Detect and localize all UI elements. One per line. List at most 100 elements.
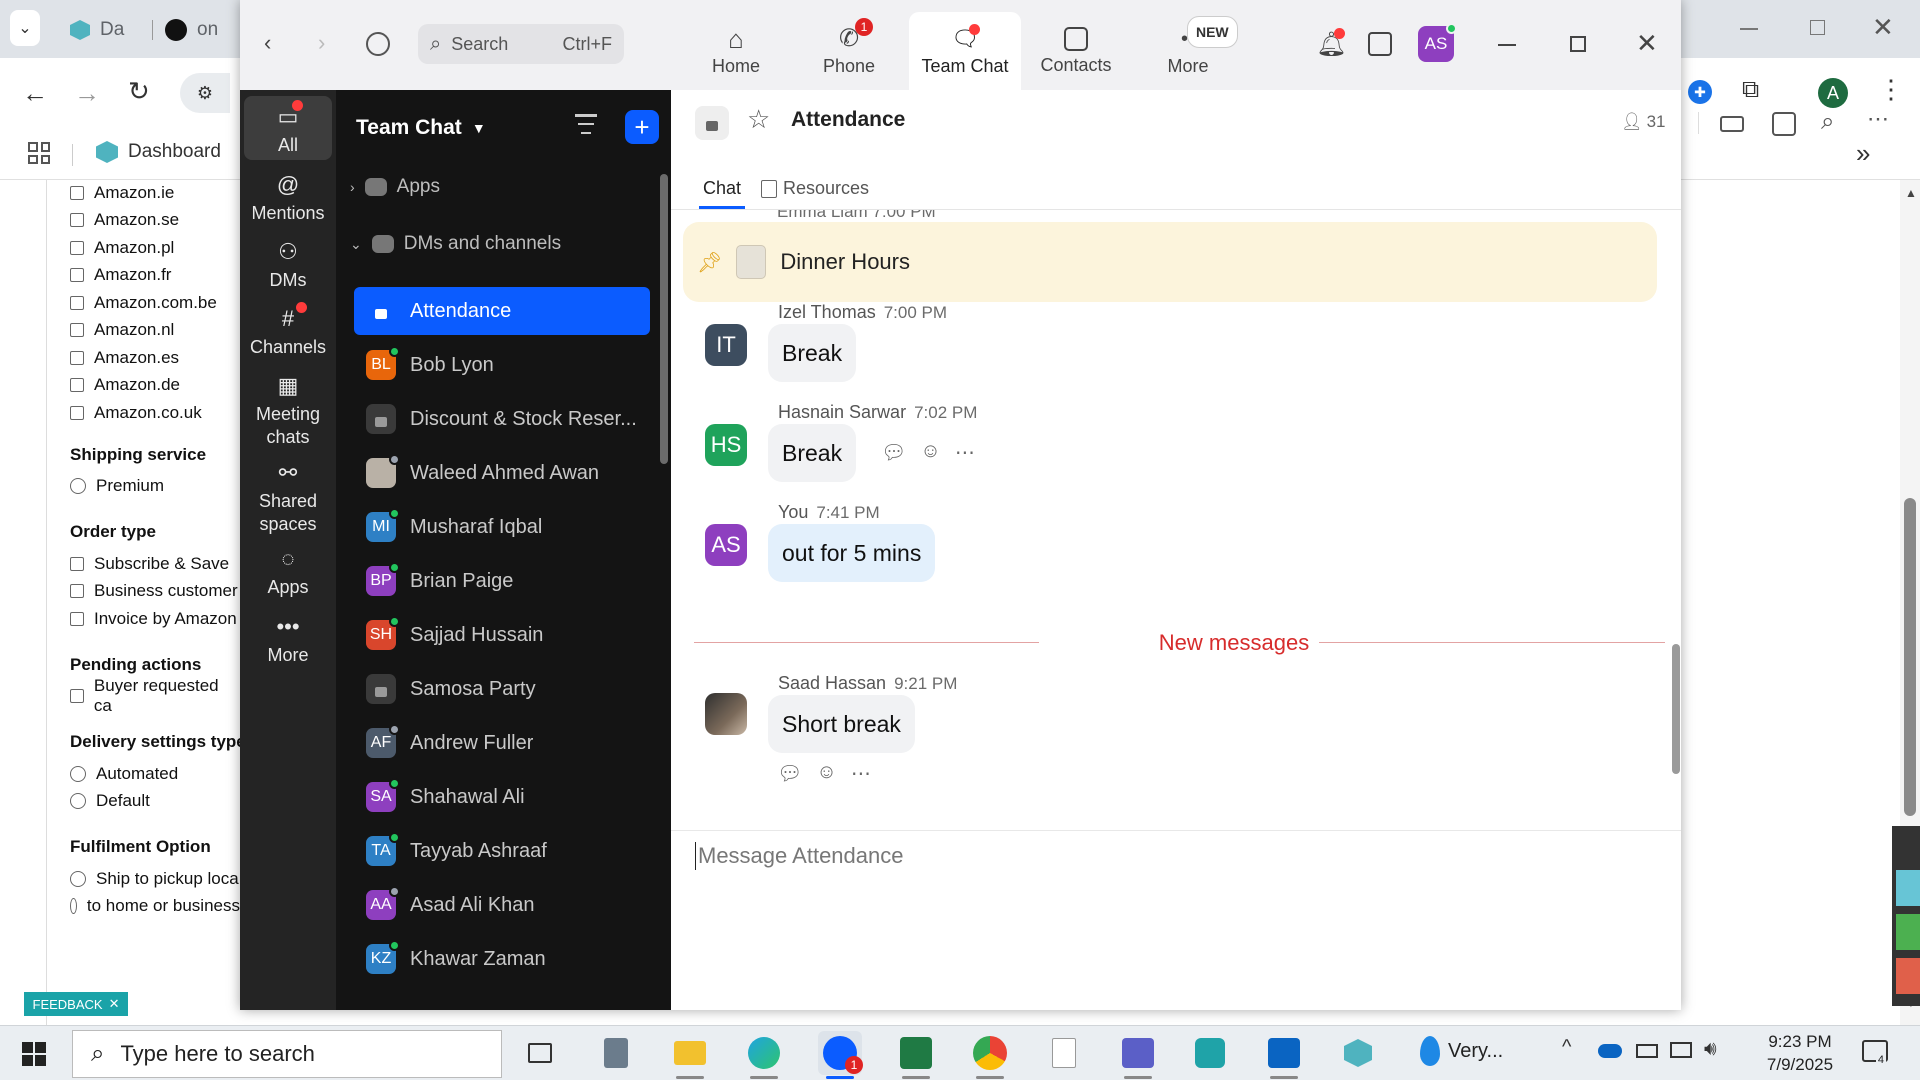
reply-icon[interactable]: 💬︎: [777, 761, 802, 786]
tray-chevron-icon[interactable]: ^: [1562, 1036, 1571, 1059]
network-icon[interactable]: [1670, 1042, 1692, 1058]
filter-option[interactable]: Amazon.com.be: [70, 289, 240, 317]
nav-more[interactable]: •• NEW More: [1132, 12, 1244, 90]
pinned-banner[interactable]: 📌︎ Dinner Hours: [683, 222, 1657, 302]
forward-icon[interactable]: ›: [318, 30, 325, 56]
section-apps[interactable]: › Apps: [350, 176, 440, 198]
scroll-thumb[interactable]: [1904, 498, 1916, 816]
notification-center-icon[interactable]: 4: [1862, 1040, 1888, 1066]
filter-option[interactable]: Amazon.se: [70, 207, 240, 235]
filter-option[interactable]: Automated: [70, 760, 240, 788]
browser-tab-dashboard[interactable]: Da: [70, 12, 124, 48]
chrome-icon[interactable]: [968, 1031, 1012, 1079]
dashboard-app-icon[interactable]: [1336, 1031, 1380, 1075]
windows-start-icon[interactable]: [22, 1042, 46, 1066]
contact-item[interactable]: MI Musharaf Iqbal: [354, 503, 650, 551]
app-s-icon[interactable]: [1188, 1031, 1232, 1075]
battery-icon[interactable]: [1636, 1044, 1658, 1058]
volume-icon[interactable]: 🔊︎: [1704, 1038, 1717, 1061]
contact-item[interactable]: Attendance: [354, 287, 650, 335]
contact-item[interactable]: BL Bob Lyon: [354, 341, 650, 389]
more-options-icon[interactable]: ⋯: [1867, 106, 1889, 132]
rail-chat[interactable]: ▭ All: [244, 96, 332, 160]
edge-icon[interactable]: [742, 1031, 786, 1079]
more-icon[interactable]: ⋯: [955, 440, 975, 465]
sidebar-scrollbar[interactable]: [660, 174, 668, 464]
back-icon[interactable]: ‹: [264, 30, 271, 56]
maximize-icon[interactable]: [1570, 36, 1586, 52]
task-view-icon[interactable]: [518, 1031, 562, 1075]
filter-option[interactable]: Amazon.es: [70, 344, 240, 372]
star-icon[interactable]: ☆: [747, 104, 770, 135]
more-icon[interactable]: ⋯: [851, 761, 871, 786]
checkbox[interactable]: [70, 240, 84, 255]
taskbar-search-input[interactable]: ⌕ Type here to search: [72, 1030, 502, 1078]
tab-chat[interactable]: Chat: [699, 178, 745, 209]
nav-home[interactable]: ⌂ Home: [680, 12, 792, 90]
rail-people[interactable]: ⚇ DMs: [244, 231, 332, 293]
filter-option[interactable]: Amazon.nl: [70, 317, 240, 345]
scroll-up-icon[interactable]: ▲: [1905, 186, 1917, 200]
reload-icon[interactable]: ↻: [128, 76, 150, 107]
profile-avatar[interactable]: A: [1818, 78, 1848, 108]
member-count[interactable]: 👤︎ 31: [1621, 112, 1666, 132]
rail-calendar[interactable]: ▦ Meeting chats: [244, 365, 332, 447]
sidebar-title[interactable]: Team Chat ▼: [356, 116, 486, 140]
filter-option[interactable]: Amazon.de: [70, 372, 240, 400]
radio-button[interactable]: [70, 478, 86, 495]
message-input[interactable]: Message Attendance: [695, 842, 1635, 870]
checkbox[interactable]: [70, 350, 84, 365]
filter-option[interactable]: Default: [70, 788, 240, 816]
filter-option[interactable]: Buyer requested ca: [70, 676, 240, 715]
browser-restore-icon[interactable]: [1810, 20, 1825, 35]
back-icon[interactable]: ←: [22, 78, 48, 109]
checkbox[interactable]: [70, 405, 84, 420]
radio-button[interactable]: [70, 793, 86, 810]
menu-icon[interactable]: ⋮: [1878, 74, 1904, 105]
filter-option[interactable]: Premium: [70, 473, 240, 501]
radio-button[interactable]: [70, 765, 86, 782]
browser-minimize-icon[interactable]: [1740, 28, 1758, 30]
section-dms[interactable]: ⌄ DMs and channels: [350, 233, 561, 255]
bookmarks-overflow-icon[interactable]: »: [1856, 138, 1870, 169]
rail-hash[interactable]: # Channels: [244, 298, 332, 360]
rail-apps[interactable]: ◌ Apps: [244, 538, 332, 600]
search-icon[interactable]: ⌕: [1821, 108, 1834, 136]
contact-item[interactable]: KZ Khawar Zaman: [354, 935, 650, 983]
contact-item[interactable]: BP Brian Paige: [354, 557, 650, 605]
close-icon[interactable]: ✕: [1636, 28, 1658, 59]
rail-more[interactable]: ••• More: [244, 606, 332, 666]
browser-tab-other[interactable]: on: [165, 12, 218, 48]
radio-button[interactable]: [70, 898, 77, 915]
checkbox[interactable]: [70, 611, 84, 626]
apps-grid-icon[interactable]: [28, 142, 50, 164]
user-avatar[interactable]: AS: [1418, 23, 1457, 62]
filter-option[interactable]: Amazon.co.uk: [70, 399, 240, 427]
weather-widget[interactable]: Very...: [1420, 1036, 1503, 1066]
zoom-app-icon[interactable]: 1: [818, 1031, 863, 1079]
video-icon[interactable]: [1720, 116, 1744, 132]
site-info-icon[interactable]: ⚙: [180, 73, 230, 113]
filter-option[interactable]: Invoice by Amazon: [70, 605, 240, 633]
tab-resources[interactable]: Resources: [761, 178, 869, 199]
forward-icon[interactable]: →: [74, 78, 100, 109]
tab-search-button[interactable]: ⌄: [10, 10, 40, 46]
checkbox[interactable]: [70, 323, 84, 338]
notifications-icon[interactable]: 🔔︎: [1316, 28, 1346, 59]
history-icon[interactable]: [366, 32, 390, 56]
browser-close-icon[interactable]: ✕: [1872, 12, 1894, 43]
close-icon[interactable]: ✕: [109, 996, 120, 1012]
contact-item[interactable]: SH Sajjad Hussain: [354, 611, 650, 659]
message-bubble[interactable]: Short break: [768, 695, 915, 753]
onedrive-icon[interactable]: [1598, 1044, 1622, 1058]
search-input[interactable]: ⌕ Search Ctrl+F: [418, 24, 624, 64]
checkbox[interactable]: [70, 584, 84, 599]
side-widget-strip[interactable]: [1892, 826, 1920, 1006]
checkbox[interactable]: [70, 185, 84, 200]
outlook-icon[interactable]: [1262, 1031, 1306, 1079]
minimize-icon[interactable]: [1498, 44, 1516, 46]
checkbox[interactable]: [70, 295, 84, 310]
filter-option[interactable]: Ship to pickup loca: [70, 865, 240, 893]
calendar-icon[interactable]: [1368, 32, 1392, 56]
excel-icon[interactable]: [894, 1031, 938, 1079]
